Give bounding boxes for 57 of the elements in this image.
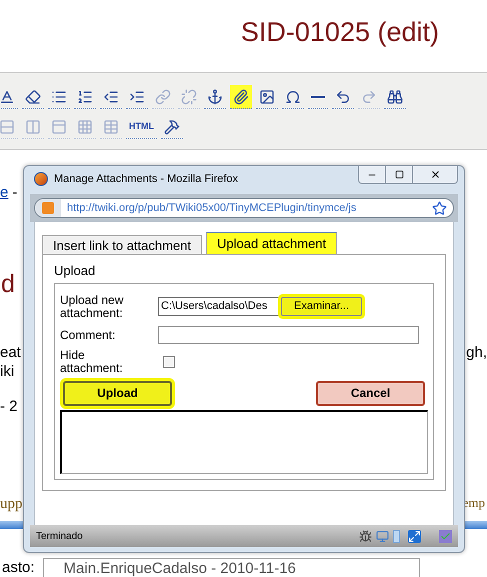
field-label: Upload new attachment: — [60, 294, 124, 320]
close-icon — [430, 169, 440, 180]
status-text: Terminado — [36, 530, 84, 544]
cancel-button[interactable]: Cancel — [316, 380, 425, 406]
bullet-list-icon — [51, 88, 67, 104]
table-cell-icon — [51, 118, 67, 134]
numbered-list-icon — [77, 88, 93, 104]
fieldset-legend: Upload — [54, 261, 434, 280]
text-fragment: eat — [0, 342, 21, 362]
omega-icon — [285, 88, 301, 104]
heading-fragment: d — [1, 269, 15, 300]
table-icon — [77, 118, 93, 134]
dialog-tab[interactable]: Upload attachment — [206, 232, 338, 254]
dialog-tab[interactable]: Insert link to attachment — [42, 235, 202, 254]
hide-checkbox[interactable] — [163, 356, 175, 368]
hammer-icon — [164, 118, 180, 134]
paperclip-icon — [233, 88, 249, 104]
arrows-icon[interactable] — [408, 530, 421, 542]
field-label: Hide attachment: — [60, 348, 124, 374]
table-row-icon — [0, 118, 15, 134]
undo-icon — [335, 88, 351, 104]
page-title: SID-01025 (edit) — [240, 16, 439, 49]
firefox-icon — [34, 172, 48, 186]
text-fragment: iki — [0, 364, 14, 380]
outdent-icon — [103, 88, 119, 104]
bug-icon[interactable] — [359, 530, 372, 542]
link-fragment[interactable]: e — [0, 182, 8, 202]
text-fragment: gh, — [466, 342, 487, 362]
field-label: asto: — [2, 558, 35, 577]
eraser-icon — [25, 88, 41, 104]
bookmark-star-icon[interactable] — [432, 200, 447, 216]
field-label: Comment: — [60, 326, 116, 344]
browse-button[interactable]: Examinar... — [281, 297, 362, 316]
redo-icon — [361, 88, 377, 104]
table-column-icon — [25, 118, 41, 134]
indent-icon — [129, 88, 145, 104]
unlink-icon — [181, 88, 197, 104]
maximize-icon — [394, 170, 404, 179]
comment-field[interactable] — [158, 326, 419, 344]
anchor-icon — [207, 88, 223, 104]
window-title: Manage Attachments - Mozilla Firefox — [54, 172, 240, 187]
table-icon — [103, 118, 119, 134]
code-fragment: upp — [0, 494, 22, 514]
site-icon — [35, 199, 61, 217]
author-field[interactable]: Main.EnriqueCadalso - 2010-11-16 — [42, 558, 420, 577]
url-text: http://twiki.org/p/pub/TWiki05x00/TinyMCEPlugin/tinymce/js — [66, 200, 358, 216]
image-icon — [259, 88, 275, 104]
binoculars-icon — [387, 88, 403, 104]
checkmark-icon[interactable] — [439, 530, 452, 542]
link-icon — [155, 88, 171, 104]
paperclip-button[interactable] — [230, 85, 252, 109]
dash-text: - — [12, 183, 18, 202]
html-button[interactable]: HTML — [126, 115, 157, 139]
font-color-icon — [0, 88, 15, 104]
text-fragment: - 2 — [0, 397, 18, 417]
horizontal-line-icon — [311, 96, 325, 98]
url-bar[interactable]: http://twiki.org/p/pub/TWiki05x00/TinyMCEPlugin/tinymce/js — [34, 198, 454, 218]
